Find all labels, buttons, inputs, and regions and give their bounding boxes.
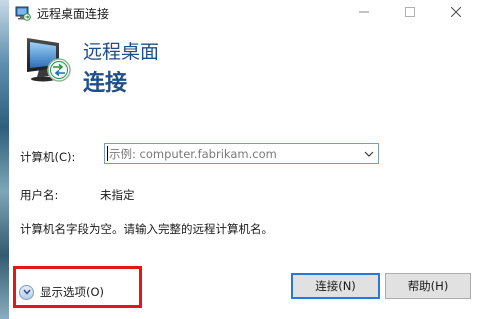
computer-input[interactable] xyxy=(107,146,359,161)
connect-button[interactable]: 连接(N) xyxy=(291,273,380,299)
minimize-button[interactable] xyxy=(341,0,387,26)
computer-combobox[interactable] xyxy=(104,143,379,164)
computer-label: 计算机(C): xyxy=(20,150,76,164)
username-label: 用户名: xyxy=(20,188,59,202)
show-options-button[interactable]: 显示选项(O) xyxy=(19,283,104,301)
dropdown-arrow-icon[interactable] xyxy=(362,146,376,161)
username-value: 未指定 xyxy=(100,188,135,202)
title-bar: 远程桌面连接 xyxy=(9,0,479,26)
close-icon xyxy=(450,6,462,20)
show-options-label: 显示选项(O) xyxy=(40,285,105,299)
help-button[interactable]: 帮助(H) xyxy=(385,273,471,299)
banner-title-line2: 连接 xyxy=(83,71,128,96)
form-area: 计算机(C): 用户名: 未指定 计算机名字段为空。请输入完整的远程计算机名。 … xyxy=(9,94,479,319)
minimize-icon xyxy=(359,6,369,20)
remote-desktop-window: 远程桌面连接 远程桌面 连接 计算机(C): 示例: computer.fabr… xyxy=(9,0,479,319)
close-button[interactable] xyxy=(433,0,479,26)
desktop-background-strip xyxy=(0,0,9,319)
hint-text: 计算机名字段为空。请输入完整的远程计算机名。 xyxy=(20,222,273,236)
header-banner: 远程桌面 连接 xyxy=(9,26,479,96)
maximize-button[interactable] xyxy=(387,0,433,26)
window-title: 远程桌面连接 xyxy=(37,7,110,21)
banner-title-line1: 远程桌面 xyxy=(83,41,160,63)
app-icon xyxy=(15,5,31,21)
maximize-icon xyxy=(405,6,415,20)
remote-desktop-monitor-icon xyxy=(23,34,79,88)
expand-chevron-icon xyxy=(19,284,34,300)
